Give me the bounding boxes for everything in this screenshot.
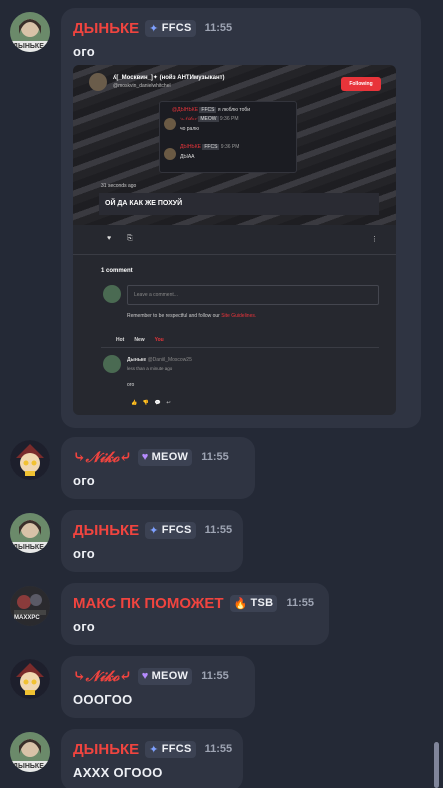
avatar[interactable]: ДЫНЬКЕ [10, 513, 50, 553]
message-text: ОООГОО [73, 692, 133, 707]
post-author-avatar [89, 73, 107, 91]
inner-chat-screenshot: @ДЫНЬКЕ FFCS я люблю тоби ⤷𝒩𝒾𝓀ℴ⤶ MEOW 9:… [159, 101, 297, 173]
comment-actions: 👍 👎 💬 ↩ [131, 400, 171, 406]
message-text: АХХХ ОГОOO [73, 765, 163, 780]
username[interactable]: ДЫНЬКЕ [73, 741, 139, 758]
message-text: ого [73, 473, 96, 488]
heart-icon: ♥ [141, 451, 149, 463]
avatar-niko-image [10, 440, 50, 480]
message-text: ого [73, 619, 96, 634]
clan-tag[interactable]: 🔥 TSB [229, 594, 278, 612]
sort-tabs: Hot New You [111, 333, 169, 348]
message-text: ого [73, 44, 96, 59]
message-bubble: МАКС ПК ПОМОЖЕТ 🔥 TSB 11:55 ого [61, 583, 329, 645]
more-icon: ⋮ [371, 236, 378, 243]
username[interactable]: ⤷𝒩𝒾𝓀ℴ⤶ [73, 448, 132, 466]
sparkle-icon: ✦ [149, 22, 159, 35]
share-icon: ⎘ [127, 235, 133, 242]
commenter-avatar [103, 285, 121, 303]
message-bubble: ⤷𝒩𝒾𝓀ℴ⤶ ♥ MEOW 11:55 ого [61, 437, 255, 499]
avatar-label: ДЫНЬКЕ [13, 763, 44, 770]
timestamp: 11:55 [201, 670, 229, 682]
rules-text: Remember to be respectful and follow our… [127, 313, 257, 319]
sparkle-icon: ✦ [149, 524, 159, 537]
message-bubble: ДЫНЬКЕ ✦ FFCS 11:55 АХХХ ОГОOO [61, 729, 243, 788]
flame-icon: 🔥 [233, 597, 248, 610]
post-time: 31 seconds ago [101, 183, 137, 189]
sort-hot: Hot [116, 337, 125, 343]
comment-count: 1 comment [101, 268, 133, 274]
username[interactable]: ДЫНЬКЕ [73, 20, 139, 37]
clan-tag[interactable]: ✦ FFCS [145, 19, 196, 37]
comment-input: Leave a comment... [127, 285, 379, 305]
embedded-image[interactable]: ʎ[_Москвин_]✦ (нойз АНТИмузыкант) @moskvi… [73, 65, 396, 415]
timestamp: 11:55 [201, 451, 229, 463]
comment-avatar [103, 355, 121, 373]
comment-text: ого [127, 382, 135, 388]
message-bubble: ⤷𝒩𝒾𝓀ℴ⤶ ♥ MEOW 11:55 ОООГОО [61, 656, 255, 718]
sparkle-icon: ✦ [149, 743, 159, 756]
timestamp: 11:55 [204, 524, 233, 536]
avatar[interactable]: ДЫНЬКЕ [10, 12, 50, 52]
clan-tag[interactable]: ♥ MEOW [137, 448, 193, 466]
username[interactable]: МАКС ПК ПОМОЖЕТ [73, 595, 224, 612]
clan-tag[interactable]: ✦ FFCS [145, 740, 196, 758]
message-text: ого [73, 546, 96, 561]
follow-button: Following [341, 77, 381, 91]
scrollbar[interactable] [434, 742, 439, 788]
username[interactable]: ДЫНЬКЕ [73, 522, 139, 539]
clan-tag[interactable]: ✦ FFCS [145, 521, 196, 539]
avatar[interactable]: ДЫНЬКЕ [10, 732, 50, 772]
avatar-niko-image [10, 659, 50, 699]
timestamp: 11:55 [204, 743, 233, 755]
heart-icon: ♥ [141, 670, 149, 682]
avatar[interactable] [10, 659, 50, 699]
post-caption: ОЙ ДА КАК ЖЕ ПОХУЙ [99, 193, 379, 215]
message-bubble: ДЫНЬКЕ ✦ FFCS 11:55 ого ʎ[_Москвин_]✦ (но… [61, 8, 421, 428]
post-author: ʎ[_Москвин_]✦ (нойз АНТИмузыкант) @moskvi… [89, 73, 225, 91]
sort-new: New [134, 337, 145, 343]
comment-author: Дыньке @Daniil_Moscow25 [127, 357, 192, 363]
avatar-label: MAXXPC [14, 615, 40, 621]
heart-icon: ♥ [107, 235, 112, 242]
avatar-label: ДЫНЬКЕ [13, 43, 44, 50]
post-action-bar: ♥ ⎘ ⋮ [73, 225, 396, 255]
message-bubble: ДЫНЬКЕ ✦ FFCS 11:55 ого [61, 510, 243, 572]
avatar[interactable] [10, 440, 50, 480]
comment-time: less than a minute ago [127, 366, 173, 371]
avatar[interactable]: MAXXPC [10, 586, 50, 626]
timestamp: 11:55 [204, 22, 233, 34]
username[interactable]: ⤷𝒩𝒾𝓀ℴ⤶ [73, 667, 132, 685]
avatar-label: ДЫНЬКЕ [13, 544, 44, 551]
timestamp: 11:55 [286, 597, 314, 609]
sort-you: You [149, 333, 169, 348]
clan-tag[interactable]: ♥ MEOW [137, 667, 193, 685]
